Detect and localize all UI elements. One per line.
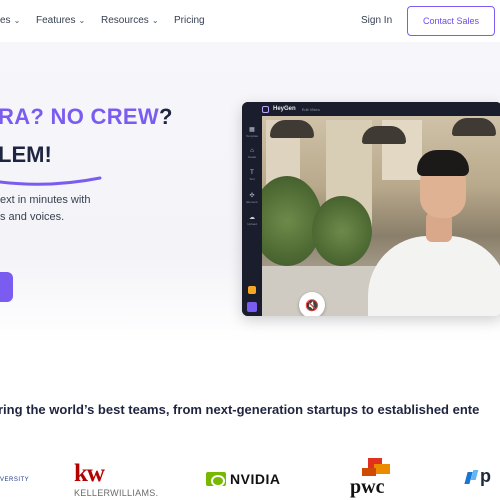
mute-icon: 🔇 xyxy=(305,299,319,312)
sidebar-item-template[interactable]: ▦ Template xyxy=(246,126,258,138)
sidebar-item-avatar[interactable]: ⌂ Avatar xyxy=(246,148,258,159)
hero-cta-button[interactable] xyxy=(0,272,13,302)
hero-headline-line2: LEM! xyxy=(0,142,52,167)
headline-q: ? xyxy=(158,104,173,129)
mute-button[interactable]: 🔇 xyxy=(299,292,325,316)
hero-subtitle-line2: s and voices. xyxy=(0,211,65,223)
sidebar-item-element[interactable]: ✣ Element xyxy=(246,192,258,204)
nav-item-pricing[interactable]: Pricing xyxy=(174,15,205,26)
trust-statement: ring the world’s best teams, from next-g… xyxy=(0,402,480,417)
hero-subtitle-line1: ext in minutes with xyxy=(0,194,91,206)
pendant-lamp xyxy=(452,118,496,136)
chevron-down-icon: ⌄ xyxy=(13,16,21,25)
sidebar-item-label: Avatar xyxy=(247,155,257,159)
headline-accent: RA? NO xyxy=(0,104,91,129)
nav-item-features[interactable]: Features ⌄ xyxy=(36,15,85,26)
avatar-shirt xyxy=(368,236,500,316)
pwc-blocks-icon xyxy=(350,458,390,478)
sidebar-item-label: Text xyxy=(249,177,255,181)
sidebar-item-text[interactable]: T Text xyxy=(246,170,258,181)
avatar-icon: ⌂ xyxy=(250,148,254,154)
sign-in-link[interactable]: Sign In xyxy=(361,15,392,26)
partial-brand-text: p xyxy=(480,466,491,486)
headline-underline-decoration xyxy=(0,176,102,186)
nav-item-label: es xyxy=(0,15,11,26)
nav-item-resources[interactable]: Resources ⌄ xyxy=(101,15,159,26)
brand-mark-icon xyxy=(466,470,478,484)
partial-brand-logo: p xyxy=(466,466,491,487)
text-icon: T xyxy=(250,170,254,176)
template-icon: ▦ xyxy=(249,127,255,133)
keller-williams-logo-text: KELLERWILLIAMS. xyxy=(74,488,159,498)
upgrade-icon[interactable] xyxy=(248,286,256,294)
chevron-down-icon: ⌄ xyxy=(78,16,86,25)
sidebar-item-upload[interactable]: ☁ Upload xyxy=(246,214,258,226)
pwc-logo-text: pwc xyxy=(350,476,385,498)
avatar-video-preview: 🔇 xyxy=(262,116,500,316)
sidebar-item-label: Template xyxy=(246,134,259,138)
pendant-lamp xyxy=(362,126,406,144)
account-icon[interactable] xyxy=(247,302,257,312)
pwc-logo: pwc xyxy=(350,458,390,498)
nav-item-label: Pricing xyxy=(174,15,205,26)
element-icon: ✣ xyxy=(249,193,255,199)
hero-headline-line1: RA? NO CREW? xyxy=(0,104,173,130)
app-topbar: HeyGen Edit Video xyxy=(242,102,500,116)
app-brand-name: HeyGen xyxy=(273,106,296,112)
app-brand-sub: Edit Video xyxy=(301,106,320,112)
upload-icon: ☁ xyxy=(249,215,255,221)
keller-williams-logo-mark: kw xyxy=(74,460,105,487)
headline-crew: CREW xyxy=(90,104,159,129)
sidebar-item-label: Upload xyxy=(247,222,257,226)
sidebar-item-label: Element xyxy=(246,200,258,204)
contact-sales-button[interactable]: Contact Sales xyxy=(407,6,495,36)
top-nav: es ⌄ Features ⌄ Resources ⌄ Pricing Sign… xyxy=(0,0,500,42)
pendant-lamp xyxy=(270,120,314,138)
nvidia-logo: NVIDIA xyxy=(206,471,280,487)
chevron-down-icon: ⌄ xyxy=(151,16,159,25)
nvidia-logo-text: NVIDIA xyxy=(230,471,281,487)
heygen-logo-icon xyxy=(262,105,269,113)
app-sidebar: ▦ Template ⌂ Avatar T Text ✣ Element ☁ U… xyxy=(242,116,262,316)
nvidia-eye-icon xyxy=(206,472,226,487)
university-logo: VERSITY xyxy=(0,477,30,483)
nav-item-label: Features xyxy=(36,15,76,26)
nav-item-label: Resources xyxy=(101,15,149,26)
avatar-hair xyxy=(417,150,469,176)
nav-item-solutions[interactable]: es ⌄ xyxy=(0,15,20,26)
hero-subtitle: ext in minutes with s and voices. xyxy=(0,192,90,226)
app-preview: HeyGen Edit Video ▦ Template ⌂ Avatar T … xyxy=(242,102,500,316)
tree-foliage xyxy=(312,196,372,266)
